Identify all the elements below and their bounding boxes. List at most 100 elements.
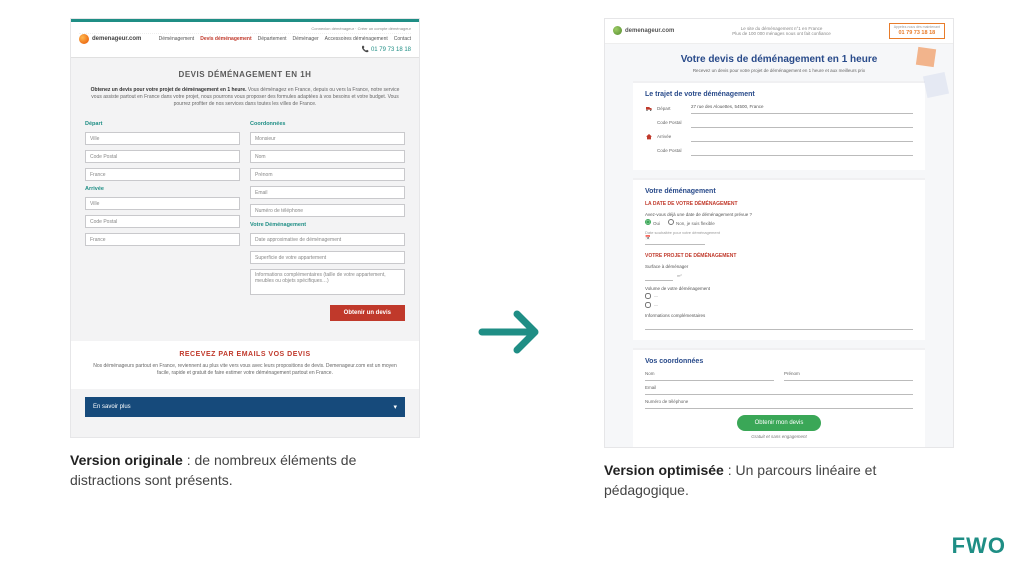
arrivee-code-postal[interactable]: Code Postal	[85, 215, 240, 228]
arrivee-label: Arrivée	[657, 134, 687, 139]
cta-button[interactable]: Obtenir mon devis	[737, 415, 822, 431]
volume-opt-1[interactable]: —	[645, 293, 913, 299]
radio-input[interactable]	[645, 219, 651, 225]
arrivee-cp-label: Code Postal	[657, 148, 687, 153]
spacer-icon	[645, 119, 653, 127]
arrivee-input[interactable]	[691, 132, 913, 142]
radio-oui[interactable]: Oui	[645, 219, 660, 226]
intro-bold: Obtenez un devis pour votre projet de dé…	[91, 87, 247, 93]
form-col-left: Départ Ville Code Postal France Arrivée …	[85, 121, 240, 295]
email-input[interactable]: Email	[645, 385, 913, 395]
info-textarea[interactable]: Informations complémentaires (taille de …	[250, 269, 405, 295]
depart-cp-label: Code Postal	[657, 120, 687, 125]
nom-input[interactable]: Nom	[250, 150, 405, 163]
tel-input[interactable]: Numéro de téléphone	[250, 204, 405, 217]
arrivee-cp-input[interactable]	[691, 146, 913, 156]
card-title: Vos coordonnées	[645, 358, 913, 365]
optimised-screenshot-wrap: demenageur.com Le site du déménagement n…	[604, 18, 954, 448]
email-input[interactable]: Email	[250, 186, 405, 199]
left-column: Connexion déménageur · Créer un compte d…	[70, 18, 420, 491]
radio-non[interactable]: Non, je suis flexible	[668, 219, 715, 226]
nav-item[interactable]: Accessoires déménagement	[325, 36, 388, 42]
header-row: demenageur.com Déménagement Devis déména…	[79, 34, 411, 44]
hero-title: Votre devis de déménagement en 1 heure	[605, 54, 953, 65]
card-trajet: Le trajet de votre déménagement Départ 2…	[633, 81, 925, 170]
section-arrivee: Arrivée	[85, 186, 240, 192]
main-nav[interactable]: Déménagement Devis déménagement Départem…	[159, 36, 411, 42]
header-phone[interactable]: 📞 01 79 73 18 18	[79, 46, 411, 53]
prenom-input[interactable]: Prénom	[250, 168, 405, 181]
depart-ville[interactable]: Ville	[85, 132, 240, 145]
submit-button[interactable]: Obtenir un devis	[330, 305, 405, 321]
submit-row: Obtenir un devis	[71, 303, 419, 333]
caption-bold: Version originale	[70, 452, 183, 468]
surface-input[interactable]	[645, 271, 673, 281]
surface-input[interactable]: Superficie de votre appartement	[250, 251, 405, 264]
arrivee-ville[interactable]: Ville	[85, 197, 240, 210]
truck-icon	[645, 105, 653, 113]
site-logo[interactable]: demenageur.com	[79, 34, 141, 44]
spacer	[71, 333, 419, 341]
utility-links[interactable]: Connexion déménageur · Créer un compte d…	[79, 26, 411, 34]
info-input[interactable]	[645, 320, 913, 330]
volume-opt-2[interactable]: —	[645, 302, 913, 308]
checkbox-input[interactable]	[645, 293, 651, 299]
radio-input[interactable]	[668, 219, 674, 225]
site-header: Connexion déménageur · Créer un compte d…	[71, 22, 419, 57]
home-icon	[645, 133, 653, 141]
form-col-right: Coordonnées Monsieur Nom Prénom Email Nu…	[250, 121, 405, 295]
arrow-right-icon	[477, 306, 547, 358]
depart-cp-input[interactable]	[691, 118, 913, 128]
band-title: RECEVEZ PAR EMAILS VOS DEVIS	[87, 351, 403, 363]
original-screenshot-wrap: Connexion déménageur · Créer un compte d…	[70, 18, 420, 438]
accordion-label: En savoir plus	[93, 404, 131, 410]
arrivee-row: Arrivée	[645, 132, 913, 142]
nav-item[interactable]: Déménagement	[159, 36, 195, 42]
hero: Votre devis de déménagement en 1 heure R…	[605, 44, 953, 448]
caption-optimised: Version optimisée : Un parcours linéaire…	[604, 460, 944, 501]
nom-input[interactable]: Nom	[645, 371, 774, 381]
quote-form: Départ Ville Code Postal France Arrivée …	[71, 117, 419, 303]
info-question: Informations complémentaires	[645, 313, 913, 318]
civilite-select[interactable]: Monsieur	[250, 132, 405, 145]
subsection-projet: VOTRE PROJET DE DÉMÉNAGEMENT	[645, 253, 913, 259]
chevron-down-icon: ▾	[393, 403, 397, 411]
page-title: DEVIS DÉMÉNAGEMENT EN 1H	[71, 58, 419, 87]
depart-label: Départ	[657, 106, 687, 111]
box-icon	[916, 47, 936, 67]
depart-code-postal[interactable]: Code Postal	[85, 150, 240, 163]
logo-icon	[79, 34, 89, 44]
volume-question: Volume de votre déménagement	[645, 286, 913, 291]
depart-pays[interactable]: France	[85, 168, 240, 181]
header-tagline: Le site du déménagement n°1 en France Pl…	[732, 26, 831, 37]
spacer-icon	[645, 147, 653, 155]
tel-input[interactable]: Numéro de téléphone	[645, 399, 913, 409]
phone-box[interactable]: Appelez-nous dès maintenant 01 79 73 18 …	[889, 23, 945, 39]
date-input[interactable]: Date approximative de déménagement	[250, 233, 405, 246]
nav-item-active[interactable]: Devis déménagement	[200, 36, 251, 42]
nav-item[interactable]: Déménager	[293, 36, 319, 42]
logo-text: demenageur.com	[92, 36, 141, 42]
card-title: Le trajet de votre déménagement	[645, 91, 913, 98]
site-logo[interactable]: demenageur.com	[613, 26, 674, 35]
transition-arrow	[477, 306, 547, 363]
card-title: Votre déménagement	[645, 188, 913, 195]
section-coordonnees: Coordonnées	[250, 121, 405, 127]
card-demenagement: Votre déménagement LA DATE DE VOTRE DÉMÉ…	[633, 178, 925, 340]
nav-item[interactable]: Département	[258, 36, 287, 42]
surface-unit: m²	[677, 273, 682, 278]
coord-grid: Nom Prénom Email Numéro de téléphone	[645, 371, 913, 409]
date-picker[interactable]: 📅	[645, 235, 705, 245]
cta-note: Gratuit et sans engagement	[645, 434, 913, 439]
depart-input[interactable]: 27 rue des Alouettes, 54500, France	[691, 104, 913, 114]
arrivee-pays[interactable]: France	[85, 233, 240, 246]
prenom-input[interactable]: Prénom	[784, 371, 913, 381]
section-depart: Départ	[85, 121, 240, 127]
nav-item[interactable]: Contact	[394, 36, 411, 42]
subsection-date: LA DATE DE VOTRE DÉMÉNAGEMENT	[645, 201, 913, 207]
logo-icon	[613, 26, 622, 35]
checkbox-input[interactable]	[645, 302, 651, 308]
surface-question: Surface à déménager	[645, 264, 913, 269]
box-icon	[923, 72, 949, 98]
learn-more-accordion[interactable]: En savoir plus ▾	[85, 397, 405, 417]
